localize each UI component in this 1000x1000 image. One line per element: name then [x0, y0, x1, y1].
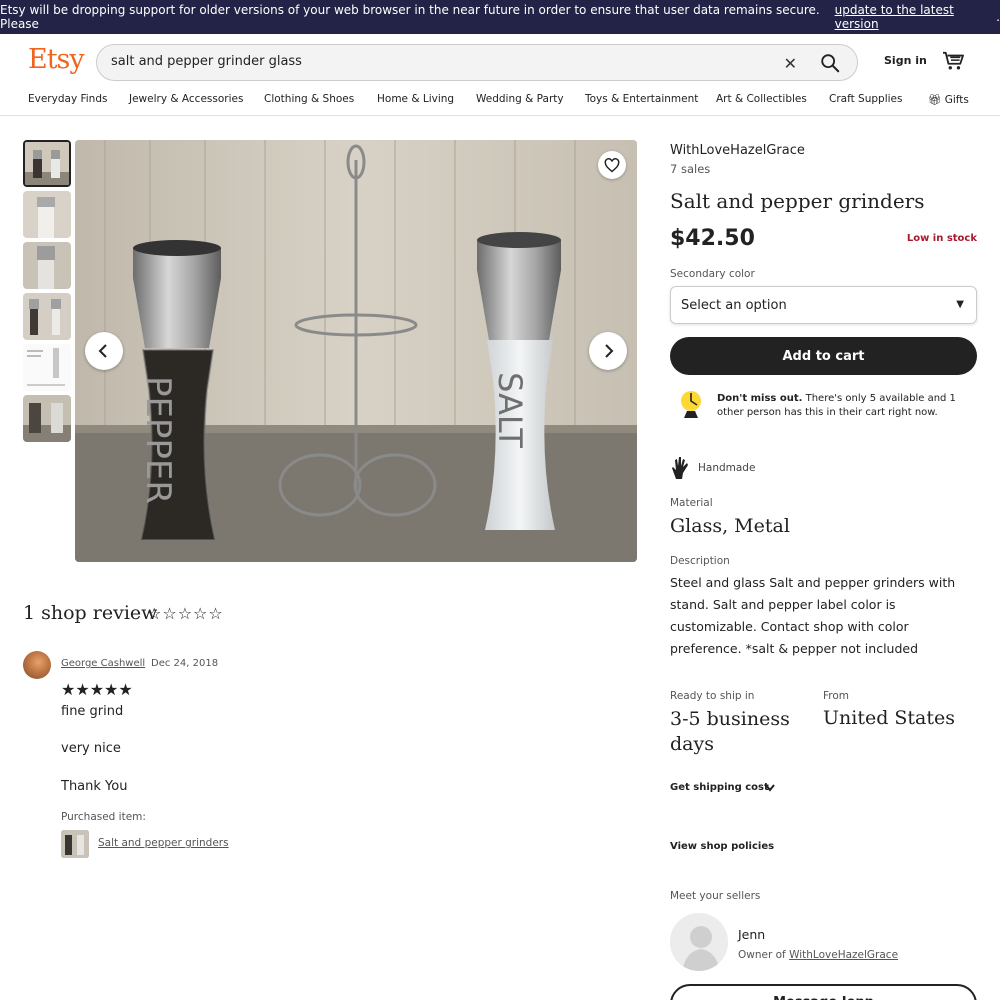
nav-everyday-finds[interactable]: Everyday Finds	[28, 93, 107, 105]
purchased-item-link[interactable]: Salt and pepper grinders	[98, 837, 229, 849]
reviews-rating-stars: ☆☆☆☆☆	[147, 604, 224, 623]
favorite-button[interactable]	[598, 151, 626, 179]
search-icon[interactable]	[819, 52, 841, 74]
reviews-title: 1 shop review	[23, 602, 158, 624]
site-header: Etsy ✕ Sign in	[0, 34, 1000, 90]
banner-text: Etsy will be dropping support for older …	[0, 3, 820, 31]
ships-from-value: United States	[823, 707, 956, 729]
add-to-cart-button[interactable]: Add to cart	[670, 337, 977, 375]
main-product-image: PEPPER SALT	[75, 140, 637, 562]
review-text-line: Thank You	[61, 779, 128, 794]
pepper-label: PEPPER	[138, 376, 178, 504]
ships-from-label: From	[823, 690, 850, 702]
thumbnail-4[interactable]	[23, 293, 71, 340]
review-text-line: very nice	[61, 741, 121, 756]
nav-home-living[interactable]: Home & Living	[377, 93, 454, 105]
nav-jewelry-accessories[interactable]: Jewelry & Accessories	[129, 93, 243, 105]
banner-tail: .	[996, 10, 1000, 24]
listing-price: $42.50	[670, 226, 755, 251]
search-bar: ✕	[96, 44, 858, 81]
nav-toys-entertainment[interactable]: Toys & Entertainment	[585, 93, 698, 105]
owner-shop-link[interactable]: WithLoveHazelGrace	[789, 949, 898, 961]
seller-owner-of: Owner of WithLoveHazelGrace	[738, 949, 898, 961]
thumbnail-strip	[23, 140, 71, 446]
review-stars: ★★★★★	[61, 680, 133, 699]
sign-in-link[interactable]: Sign in	[884, 54, 927, 67]
cart-icon[interactable]	[942, 51, 964, 71]
search-input[interactable]	[111, 54, 711, 69]
seller-name: Jenn	[738, 927, 766, 942]
caret-down-icon: ▼	[956, 299, 964, 310]
nav-wedding-party[interactable]: Wedding & Party	[476, 93, 564, 105]
nav-art-collectibles[interactable]: Art & Collectibles	[716, 93, 807, 105]
view-shop-policies-link[interactable]: View shop policies	[670, 841, 774, 852]
clear-search-icon[interactable]: ✕	[784, 54, 797, 73]
chevron-down-icon[interactable]	[764, 783, 776, 793]
etsy-logo[interactable]: Etsy	[28, 44, 85, 75]
stock-status: Low in stock	[906, 233, 977, 244]
scarcity-message: Don't miss out. There's only 5 available…	[717, 392, 979, 420]
meet-sellers-label: Meet your sellers	[670, 890, 761, 902]
listing-title: Salt and pepper grinders	[670, 189, 925, 213]
handmade-label: Handmade	[698, 462, 756, 474]
product-photo: PEPPER SALT	[75, 140, 637, 562]
category-nav: Everyday Finds Jewelry & Accessories Clo…	[0, 90, 1000, 116]
nav-craft-supplies[interactable]: Craft Supplies	[829, 93, 902, 105]
salt-label: SALT	[491, 372, 529, 448]
browser-support-banner: Etsy will be dropping support for older …	[0, 0, 1000, 34]
hand-icon	[672, 457, 688, 479]
thumbnail-6[interactable]	[23, 395, 71, 442]
scarcity-bold: Don't miss out.	[717, 393, 803, 404]
reviewer-avatar	[23, 651, 51, 679]
ready-to-ship-value: 3-5 business days	[670, 708, 790, 755]
thumbnail-3[interactable]	[23, 242, 71, 289]
review-text-line: fine grind	[61, 704, 124, 719]
seller-avatar[interactable]	[670, 913, 728, 971]
description-label: Description	[670, 555, 730, 567]
secondary-color-label: Secondary color	[670, 268, 755, 280]
thumbnail-2[interactable]	[23, 191, 71, 238]
material-label: Material	[670, 497, 713, 509]
shop-name-link[interactable]: WithLoveHazelGrace	[670, 143, 805, 158]
ready-to-ship-label: Ready to ship in	[670, 690, 755, 702]
chevron-right-icon	[605, 344, 614, 358]
previous-image-button[interactable]	[85, 332, 123, 370]
purchased-item-thumbnail[interactable]	[61, 830, 89, 858]
hourglass-alert-icon	[681, 391, 701, 418]
next-image-button[interactable]	[589, 332, 627, 370]
gift-icon: 🎁︎	[928, 94, 942, 106]
reviewer-name[interactable]: George Cashwell	[61, 658, 145, 669]
nav-gifts[interactable]: 🎁︎ Gifts	[928, 93, 969, 106]
message-seller-button[interactable]: Message Jenn	[670, 984, 977, 1000]
update-browser-link[interactable]: update to the latest version	[835, 3, 997, 31]
nav-gifts-label: Gifts	[944, 94, 969, 106]
owner-of-label: Owner of	[738, 949, 790, 961]
purchased-item-label: Purchased item:	[61, 811, 146, 823]
thumbnail-1[interactable]	[23, 140, 71, 187]
nav-clothing-shoes[interactable]: Clothing & Shoes	[264, 93, 354, 105]
get-shipping-cost-button[interactable]: Get shipping cost	[670, 782, 769, 793]
review-date: Dec 24, 2018	[151, 658, 219, 669]
shop-sales-count: 7 sales	[670, 162, 711, 176]
material-value: Glass, Metal	[670, 515, 790, 537]
heart-icon	[604, 157, 620, 172]
description-text: Steel and glass Salt and pepper grinders…	[670, 575, 956, 656]
thumbnail-5[interactable]	[23, 344, 71, 391]
secondary-color-select[interactable]: Select an option ▼	[670, 286, 977, 324]
select-value: Select an option	[681, 298, 787, 313]
chevron-left-icon	[98, 344, 107, 358]
